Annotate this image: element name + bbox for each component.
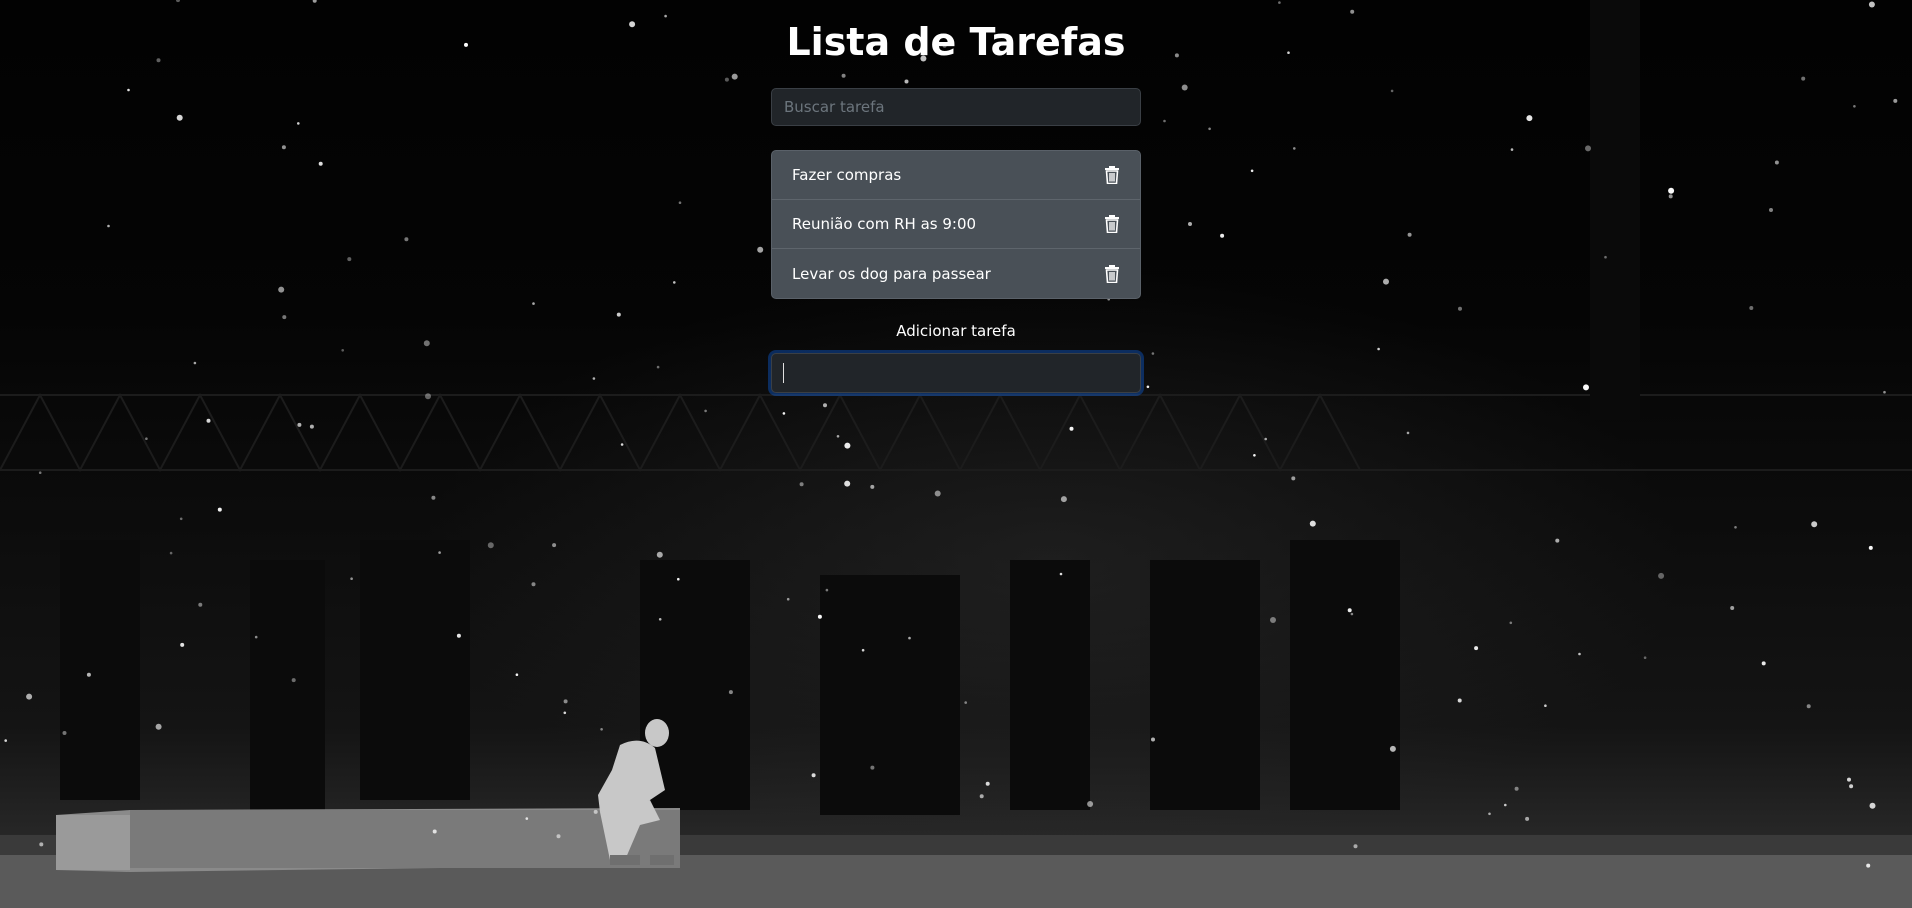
trash-icon[interactable] bbox=[1104, 215, 1120, 233]
search-input[interactable] bbox=[771, 88, 1141, 126]
add-task-label: Adicionar tarefa bbox=[896, 322, 1016, 340]
list-item: Levar os dog para passear bbox=[772, 249, 1140, 298]
page-title: Lista de Tarefas bbox=[786, 20, 1126, 64]
trash-icon[interactable] bbox=[1104, 264, 1120, 283]
todo-label: Fazer compras bbox=[792, 166, 902, 184]
add-task-input[interactable] bbox=[771, 353, 1141, 393]
trash-icon[interactable] bbox=[1104, 166, 1120, 184]
todo-app: Lista de Tarefas Fazer compras Reunião c… bbox=[0, 0, 1912, 908]
list-item: Reunião com RH as 9:00 bbox=[772, 200, 1140, 249]
todo-list: Fazer compras Reunião com RH as 9:00 Lev… bbox=[771, 150, 1141, 299]
todo-label: Levar os dog para passear bbox=[792, 264, 991, 283]
text-caret bbox=[783, 363, 784, 383]
todo-label: Reunião com RH as 9:00 bbox=[792, 215, 977, 233]
list-item: Fazer compras bbox=[772, 151, 1140, 200]
